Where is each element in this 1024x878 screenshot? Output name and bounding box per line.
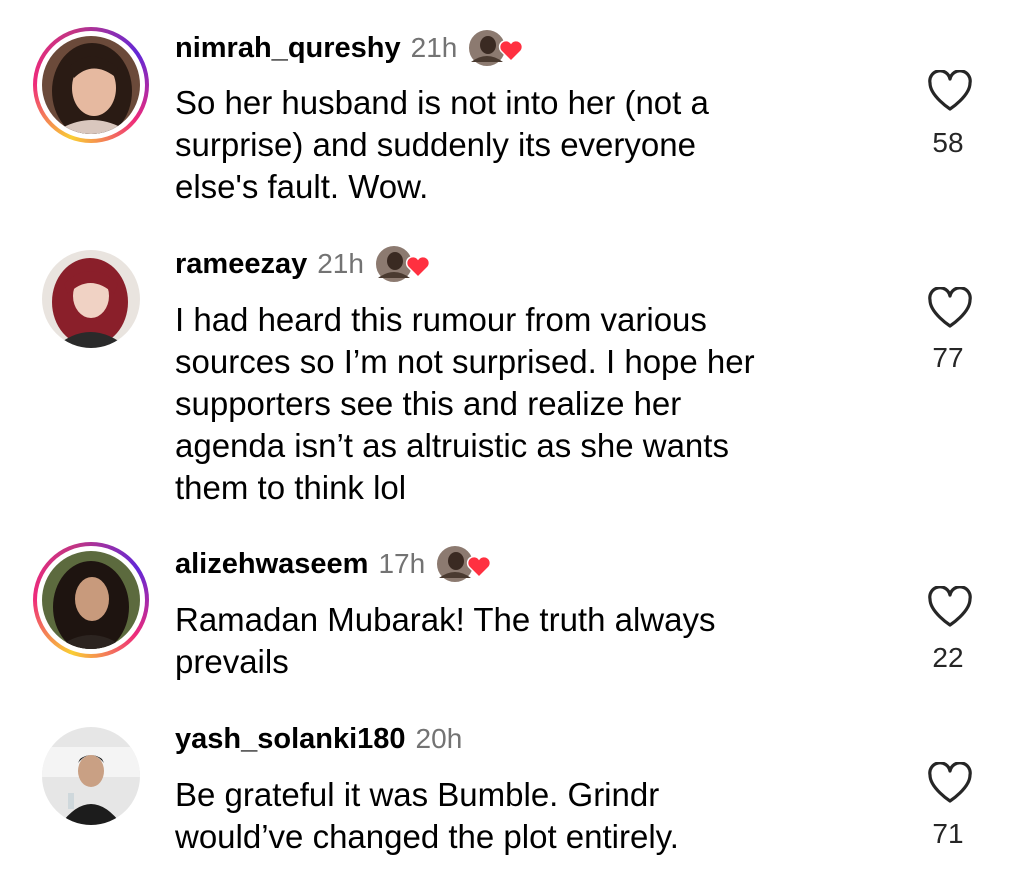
comment-text-line: agenda isn’t as altruistic as she wants — [175, 427, 729, 464]
comment-item: rameezay 21h I had heard this rumour fro… — [0, 230, 1024, 540]
comment-text-line: Ramadan Mubarak! The truth always — [175, 601, 716, 638]
comment-item: alizehwaseem 17h Ramadan Mubarak! The tr… — [0, 530, 1024, 710]
comment-text-line: them to think lol — [175, 469, 407, 506]
like-count: 71 — [932, 818, 964, 849]
comment-item: nimrah_qureshy 21h So her husband is not… — [0, 0, 1024, 230]
heart-outline-icon[interactable] — [927, 69, 973, 112]
comment-text-line: supporters see this and realize her — [175, 385, 682, 422]
creator-liked-heart-icon — [435, 544, 493, 584]
like-count: 22 — [932, 642, 964, 673]
comment-text-line: would’ve changed the plot entirely. — [175, 818, 679, 855]
like-count: 58 — [932, 127, 964, 158]
comment-text-line: sources so I’m not surprised. I hope her — [175, 343, 755, 380]
avatar[interactable] — [42, 250, 140, 348]
username[interactable]: yash_solanki180 — [175, 723, 406, 756]
avatar[interactable] — [42, 36, 140, 134]
username[interactable]: alizehwaseem — [175, 548, 368, 581]
avatar-wrapper[interactable] — [33, 241, 149, 357]
timestamp: 20h — [415, 723, 463, 754]
avatar-story-ring[interactable] — [33, 542, 149, 658]
comment-text-line: Be grateful it was Bumble. Grindr — [175, 776, 660, 813]
comment-text-line: So her husband is not into her (not a — [175, 84, 709, 121]
timestamp: 17h — [378, 548, 426, 579]
comment-text-line: I had heard this rumour from various — [175, 301, 707, 338]
username[interactable]: nimrah_qureshy — [175, 32, 401, 65]
timestamp: 21h — [317, 248, 364, 279]
heart-outline-icon[interactable] — [927, 761, 973, 804]
avatar-wrapper[interactable] — [33, 718, 149, 834]
comment-text-line: else's fault. Wow. — [175, 168, 429, 205]
avatar[interactable] — [42, 551, 140, 649]
heart-outline-icon[interactable] — [927, 585, 973, 628]
avatar[interactable] — [42, 727, 140, 825]
creator-liked-heart-icon — [467, 28, 525, 68]
avatar-story-ring[interactable] — [33, 27, 149, 143]
creator-liked-heart-icon — [373, 244, 432, 284]
username[interactable]: rameezay — [175, 248, 307, 281]
like-count: 77 — [932, 342, 964, 373]
timestamp: 21h — [410, 32, 458, 63]
heart-outline-icon[interactable] — [927, 286, 973, 329]
comment-item: yash_solanki180 20h Be grateful it was B… — [0, 710, 1024, 878]
comment-text-line: prevails — [175, 643, 289, 680]
comment-text-line: surprise) and suddenly its everyone — [175, 126, 696, 163]
